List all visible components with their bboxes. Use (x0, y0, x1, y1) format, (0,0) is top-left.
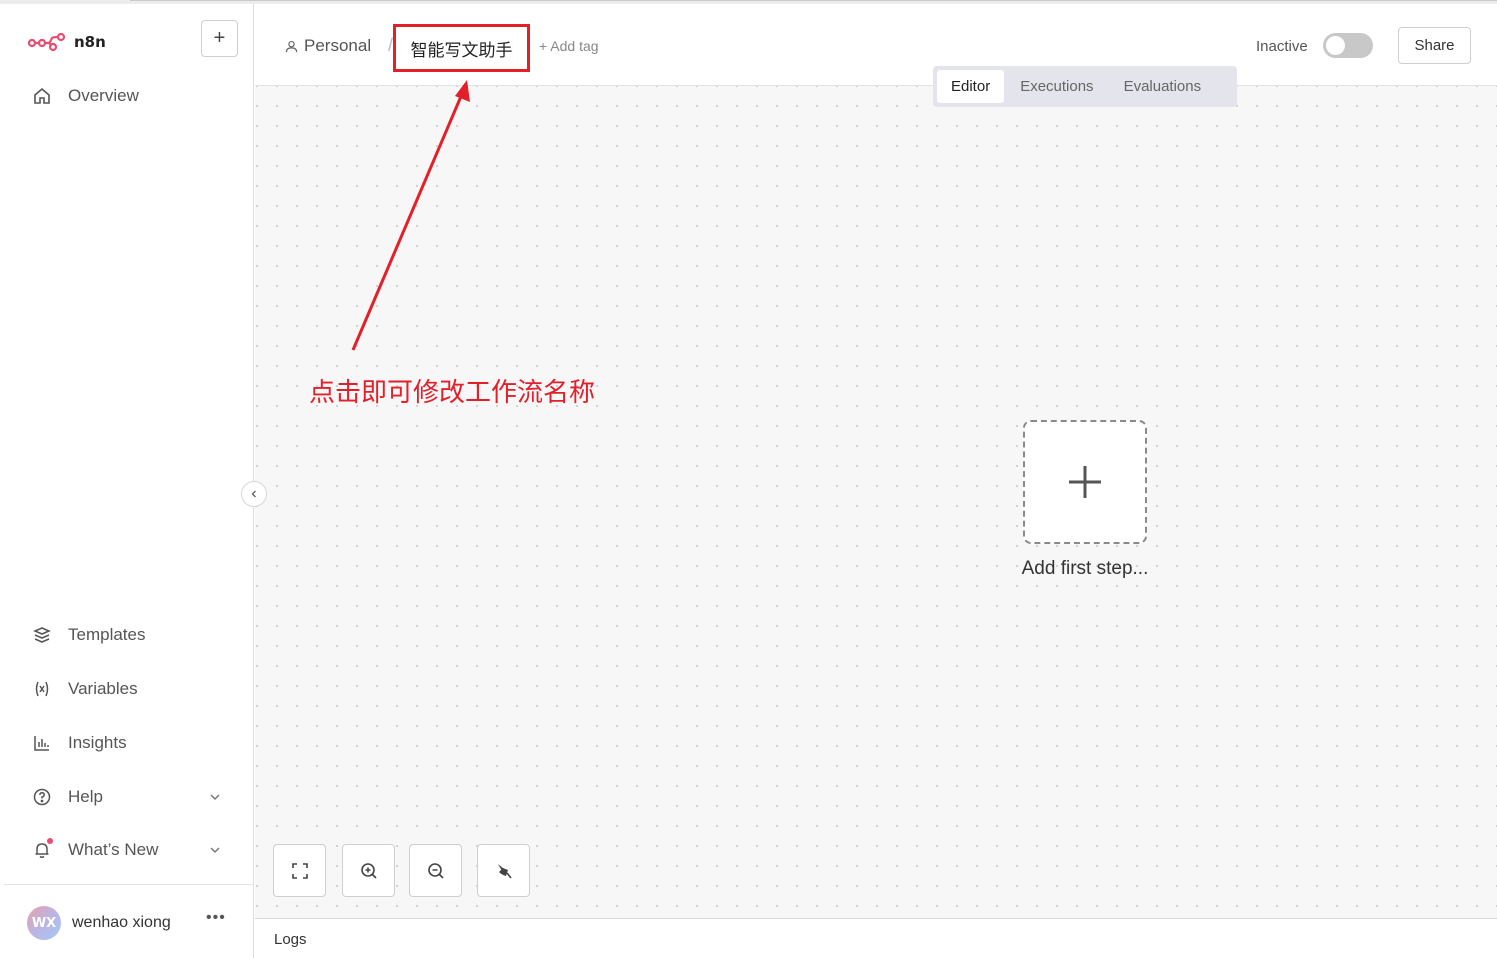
home-icon (32, 86, 52, 106)
tab-evaluations[interactable]: Evaluations (1110, 70, 1216, 103)
logs-panel[interactable]: Logs (255, 918, 1497, 958)
sidebar-item-label: Help (68, 787, 103, 806)
sidebar-item-label: Overview (68, 86, 139, 105)
toggle-knob (1326, 36, 1345, 55)
sidebar-item-label: Insights (68, 733, 127, 752)
plus-icon: + (213, 27, 226, 49)
sidebar-item-label: What’s New (68, 840, 159, 859)
sidebar-item-help[interactable]: Help (32, 787, 222, 807)
workflow-header: Personal / 智能写文助手 + Add tag Inactive Sha… (255, 4, 1497, 86)
chevron-down-icon (208, 789, 222, 809)
breadcrumb-project-label: Personal (304, 36, 372, 55)
zoom-in-button[interactable] (342, 844, 395, 897)
variables-icon (32, 679, 52, 699)
workflow-name[interactable]: 智能写文助手 (393, 24, 530, 72)
active-toggle[interactable] (1323, 33, 1373, 58)
annotation-text: 点击即可修改工作流名称 (309, 378, 596, 408)
chevron-down-icon (208, 842, 222, 862)
user-name: wenhao xiong (72, 914, 171, 931)
workflow-status-label: Inactive (1256, 38, 1308, 55)
n8n-logo-icon (28, 32, 66, 52)
zoom-in-icon (360, 862, 377, 879)
help-icon (32, 787, 52, 807)
view-tabs: Editor Executions Evaluations (933, 66, 1237, 107)
tab-executions[interactable]: Executions (1006, 70, 1107, 103)
sidebar-item-insights[interactable]: Insights (32, 733, 222, 753)
user-icon (285, 40, 298, 52)
zoom-out-icon (427, 862, 444, 879)
chevron-left-icon (251, 490, 256, 498)
plus-icon (1069, 466, 1101, 498)
app-name: n8n (74, 33, 106, 51)
tidy-up-button[interactable] (477, 844, 530, 897)
broom-icon (497, 863, 512, 878)
bell-icon (32, 838, 53, 860)
sidebar-item-label: Variables (68, 679, 138, 698)
avatar[interactable]: WX (27, 906, 61, 940)
tab-editor[interactable]: Editor (937, 70, 1005, 103)
collapse-sidebar-button[interactable] (241, 481, 267, 507)
sidebar: n8n + Overview Templates Variables Insig… (4, 4, 254, 958)
sidebar-item-label: Templates (68, 625, 146, 644)
sidebar-item-whats-new[interactable]: What’s New (32, 838, 222, 862)
share-button[interactable]: Share (1398, 27, 1471, 64)
logs-label: Logs (274, 931, 307, 948)
workflow-canvas[interactable]: Add first step... 点击即可修改工作流名称 (255, 86, 1497, 918)
templates-icon (32, 625, 52, 645)
insights-icon (32, 733, 52, 753)
fullscreen-icon (291, 862, 308, 879)
fit-view-button[interactable] (273, 844, 326, 897)
notification-dot (47, 838, 53, 844)
breadcrumb-project[interactable]: Personal (285, 36, 371, 56)
add-tag-button[interactable]: + Add tag (539, 38, 599, 54)
sidebar-item-overview[interactable]: Overview (32, 86, 222, 106)
sidebar-item-templates[interactable]: Templates (32, 625, 222, 645)
more-options-icon[interactable]: ••• (206, 909, 226, 927)
app-logo[interactable]: n8n (28, 32, 106, 52)
create-button[interactable]: + (201, 20, 238, 57)
zoom-out-button[interactable] (409, 844, 462, 897)
user-section: WX wenhao xiong ••• (4, 884, 253, 958)
sidebar-item-variables[interactable]: Variables (32, 679, 222, 699)
add-first-step-label: Add first step... (1021, 558, 1149, 579)
add-first-step-button[interactable] (1023, 420, 1147, 544)
